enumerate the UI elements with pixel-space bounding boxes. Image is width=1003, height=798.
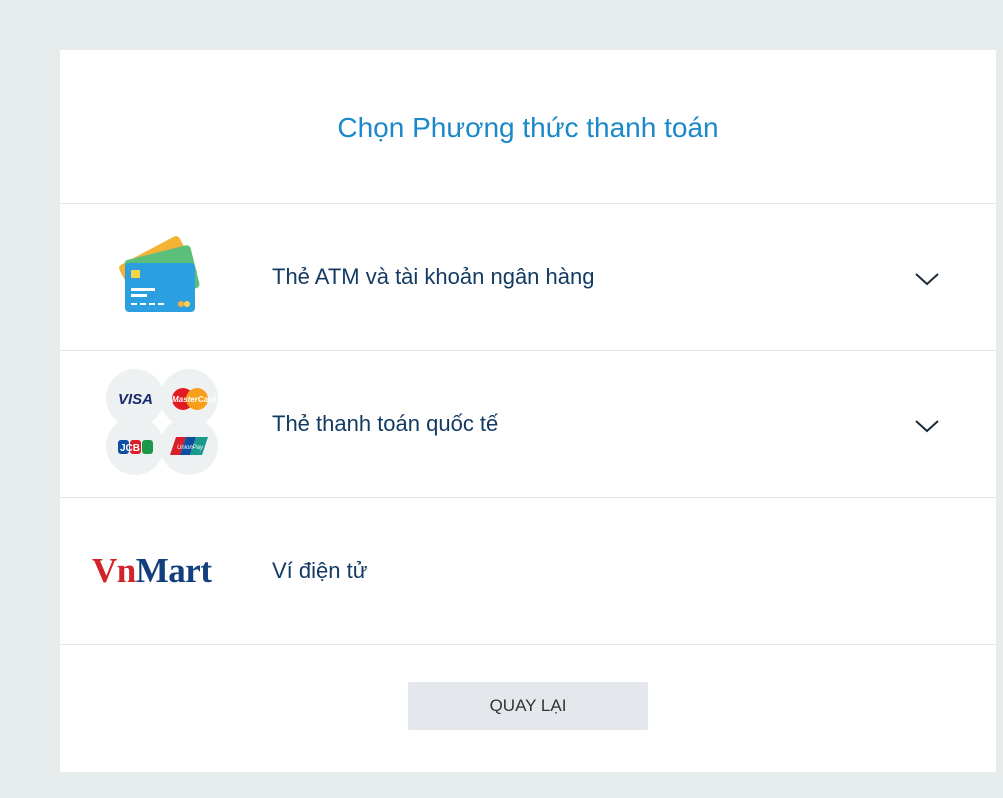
svg-text:MasterCard: MasterCard: [172, 395, 217, 404]
jcb-logo: JCB: [106, 417, 164, 475]
method-ewallet-label: Ví điện tử: [272, 558, 368, 583]
vnmart-logo-mart: Mart: [135, 551, 212, 590]
method-atm[interactable]: Thẻ ATM và tài khoản ngân hàng: [60, 204, 996, 351]
method-ewallet[interactable]: VnMart Ví điện tử: [60, 498, 996, 645]
unionpay-logo: UnionPay: [160, 417, 218, 475]
page-title: Chọn Phương thức thanh toán: [60, 50, 996, 204]
method-international-label: Thẻ thanh toán quốc tế: [272, 411, 499, 436]
international-cards-icon: VISA MasterCard JCB UnionPay: [60, 351, 272, 497]
vnmart-logo: VnMart: [60, 498, 272, 644]
svg-text:JCB: JCB: [120, 443, 140, 454]
chevron-down-icon[interactable]: [914, 271, 940, 287]
method-international[interactable]: VISA MasterCard JCB UnionPay Thẻ thanh t…: [60, 351, 996, 498]
chevron-down-icon[interactable]: [914, 418, 940, 434]
footer: QUAY LẠI: [60, 645, 996, 772]
payment-method-card: Chọn Phương thức thanh toán Thẻ ATM và t…: [60, 50, 996, 772]
atm-cards-icon: [60, 204, 272, 350]
vnmart-logo-vn: Vn: [92, 551, 136, 590]
svg-text:UnionPay: UnionPay: [177, 445, 204, 451]
method-atm-label: Thẻ ATM và tài khoản ngân hàng: [272, 264, 595, 289]
svg-text:VISA: VISA: [118, 391, 153, 408]
back-button[interactable]: QUAY LẠI: [408, 681, 648, 730]
